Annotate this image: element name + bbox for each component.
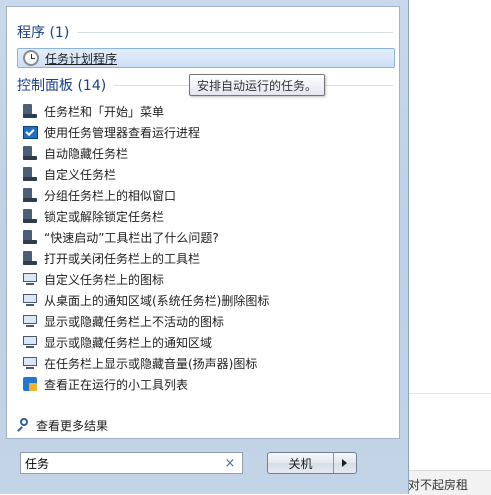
result-item-gadgets[interactable]: 查看正在运行的小工具列表 bbox=[17, 374, 395, 394]
result-item-label: 打开或关闭任务栏上的工具栏 bbox=[44, 251, 201, 266]
result-item-group-windows[interactable]: 分组任务栏上的相似窗口 bbox=[17, 185, 395, 205]
result-item-label: 任务计划程序 bbox=[45, 51, 118, 66]
taskbar-icon bbox=[22, 187, 38, 203]
result-item-auto-hide-taskbar[interactable]: 自动隐藏任务栏 bbox=[17, 143, 395, 163]
shutdown-button-group: 关机 bbox=[267, 452, 357, 474]
result-item-task-scheduler[interactable]: 任务计划程序 bbox=[17, 48, 395, 68]
result-item-customize-taskbar[interactable]: 自定义任务栏 bbox=[17, 164, 395, 184]
gadget-icon bbox=[22, 376, 38, 392]
search-results-panel: 程序 (1) 任务计划程序 控制面板 (14) 任务栏和「开始」菜单 使用任务管… bbox=[6, 6, 400, 439]
search-input[interactable] bbox=[21, 454, 222, 472]
result-item-label: 显示或隐藏任务栏上的通知区域 bbox=[44, 335, 213, 350]
programs-header: 程序 (1) bbox=[17, 22, 393, 42]
background-window bbox=[405, 0, 491, 494]
result-item-remove-tray-icons[interactable]: 从桌面上的通知区域(系统任务栏)删除图标 bbox=[17, 290, 395, 310]
result-item-quick-launch[interactable]: “快速启动”工具栏出了什么问题? bbox=[17, 227, 395, 247]
see-more-results-label: 查看更多结果 bbox=[36, 418, 109, 433]
result-item-label: 显示或隐藏任务栏上不活动的图标 bbox=[44, 314, 225, 329]
shutdown-button[interactable]: 关机 bbox=[268, 455, 333, 472]
result-item-label: 使用任务管理器查看运行进程 bbox=[44, 125, 201, 140]
control-panel-header-label: 控制面板 (14) bbox=[17, 78, 107, 94]
magnifier-icon bbox=[16, 417, 32, 433]
result-item-task-manager[interactable]: 使用任务管理器查看运行进程 bbox=[17, 122, 395, 142]
result-item-label: 锁定或解除锁定任务栏 bbox=[44, 209, 165, 224]
result-item-inactive-icons[interactable]: 显示或隐藏任务栏上不活动的图标 bbox=[17, 311, 395, 331]
result-item-label: 自动隐藏任务栏 bbox=[44, 146, 129, 161]
taskbar-icon bbox=[22, 208, 38, 224]
clear-search-icon[interactable]: × bbox=[222, 456, 238, 471]
start-menu: 程序 (1) 任务计划程序 控制面板 (14) 任务栏和「开始」菜单 使用任务管… bbox=[0, 0, 409, 494]
result-item-toolbars[interactable]: 打开或关闭任务栏上的工具栏 bbox=[17, 248, 395, 268]
monitor-icon bbox=[22, 292, 38, 308]
result-item-label: 任务栏和「开始」菜单 bbox=[44, 104, 165, 119]
see-more-results-link[interactable]: 查看更多结果 bbox=[16, 415, 108, 435]
search-box[interactable]: × bbox=[20, 452, 243, 474]
result-item-label: “快速启动”工具栏出了什么问题? bbox=[44, 230, 219, 245]
monitor-icon bbox=[22, 334, 38, 350]
result-item-label: 自定义任务栏 bbox=[44, 167, 117, 182]
programs-header-line bbox=[77, 31, 393, 33]
result-item-volume-icon[interactable]: 在任务栏上显示或隐藏音量(扬声器)图标 bbox=[17, 353, 395, 373]
result-item-label: 分组任务栏上的相似窗口 bbox=[44, 188, 177, 203]
tooltip: 安排自动运行的任务。 bbox=[189, 74, 326, 96]
result-item-label: 自定义任务栏上的图标 bbox=[44, 272, 165, 287]
shutdown-options-arrow-icon[interactable] bbox=[334, 453, 356, 473]
background-status-bar: 对不起房租 bbox=[405, 470, 491, 495]
result-item-customize-icons[interactable]: 自定义任务栏上的图标 bbox=[17, 269, 395, 289]
result-item-label: 从桌面上的通知区域(系统任务栏)删除图标 bbox=[44, 293, 270, 308]
taskbar-icon bbox=[22, 250, 38, 266]
background-divider bbox=[405, 393, 491, 394]
programs-header-label: 程序 (1) bbox=[17, 25, 70, 41]
taskbar-icon bbox=[22, 103, 38, 119]
monitor-icon bbox=[22, 313, 38, 329]
taskbar-icon bbox=[22, 166, 38, 182]
result-item-label: 查看正在运行的小工具列表 bbox=[44, 377, 189, 392]
result-item-lock-taskbar[interactable]: 锁定或解除锁定任务栏 bbox=[17, 206, 395, 226]
clock-icon bbox=[23, 50, 39, 66]
taskbar-icon bbox=[22, 229, 38, 245]
taskbar-icon bbox=[22, 145, 38, 161]
task-manager-icon bbox=[22, 124, 38, 140]
result-item-label: 在任务栏上显示或隐藏音量(扬声器)图标 bbox=[44, 356, 258, 371]
background-status-text: 对不起房租 bbox=[408, 478, 469, 492]
monitor-icon bbox=[22, 355, 38, 371]
result-item-taskbar-start-menu[interactable]: 任务栏和「开始」菜单 bbox=[17, 101, 395, 121]
result-item-notification-area[interactable]: 显示或隐藏任务栏上的通知区域 bbox=[17, 332, 395, 352]
monitor-icon bbox=[22, 271, 38, 287]
